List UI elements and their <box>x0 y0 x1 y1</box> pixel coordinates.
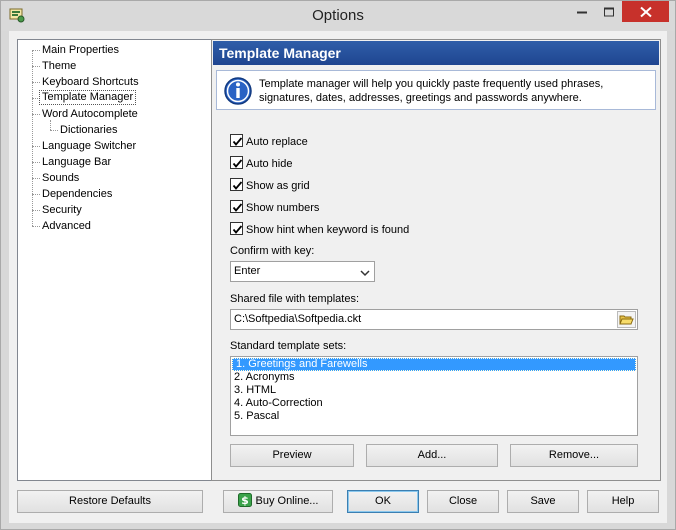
checkbox-label: Show hint when keyword is found <box>246 224 410 236</box>
tree-item-security[interactable]: Security <box>40 203 84 218</box>
tree-item-theme[interactable]: Theme <box>40 59 78 74</box>
checkbox-label: Show numbers <box>246 202 320 214</box>
show-numbers-checkbox[interactable]: Show numbers <box>230 200 319 216</box>
list-item[interactable]: 5. Pascal <box>231 410 637 423</box>
close-window-button[interactable] <box>622 1 669 22</box>
browse-button[interactable] <box>617 311 636 328</box>
info-text: Template manager will help you quickly p… <box>259 78 604 104</box>
buy-online-label: Buy Online... <box>255 495 319 507</box>
checkbox-label: Auto hide <box>246 158 293 170</box>
checkbox-box[interactable] <box>230 222 243 235</box>
client-area: Main Properties Theme Keyboard Shortcuts… <box>9 31 667 523</box>
tree-connector <box>32 162 40 163</box>
tree-item-language-bar[interactable]: Language Bar <box>40 155 113 170</box>
tree-item-dependencies[interactable]: Dependencies <box>40 187 114 202</box>
checkbox-label: Show as grid <box>246 180 310 192</box>
shared-file-label: Shared file with templates: <box>230 293 360 305</box>
tree-connector <box>32 114 40 115</box>
list-item[interactable]: 4. Auto-Correction <box>231 397 637 410</box>
tree-connector <box>32 194 40 195</box>
minimize-button[interactable] <box>569 1 595 22</box>
title-bar[interactable]: Options <box>1 1 675 31</box>
maximize-button[interactable] <box>595 1 622 22</box>
confirm-key-select[interactable]: Enter <box>230 261 375 282</box>
tree-item-main-properties[interactable]: Main Properties <box>40 43 121 58</box>
options-window: Options Main Properties Theme Keyboard S… <box>0 0 676 530</box>
template-manager-panel: Template Manager Template manager will h… <box>211 39 661 481</box>
checkbox-box[interactable] <box>230 200 243 213</box>
checkbox-label: Auto replace <box>246 136 308 148</box>
tree-item-template-manager[interactable]: Template Manager <box>39 90 137 105</box>
checkbox-box[interactable] <box>230 156 243 169</box>
show-hint-checkbox[interactable]: Show hint when keyword is found <box>230 222 409 238</box>
tree-item-language-switcher[interactable]: Language Switcher <box>40 139 138 154</box>
add-button[interactable]: Add... <box>366 444 498 467</box>
confirm-key-label: Confirm with key: <box>230 245 315 257</box>
tree-connector <box>32 210 40 211</box>
close-icon <box>639 6 652 17</box>
dollar-icon: $ <box>237 493 252 507</box>
tree-connector <box>32 82 40 83</box>
list-item[interactable]: 2. Acronyms <box>231 371 637 384</box>
shared-file-input[interactable]: C:\Softpedia\Softpedia.ckt <box>230 309 638 330</box>
svg-text:$: $ <box>241 494 249 507</box>
chevron-down-icon <box>360 266 370 285</box>
tree-connector <box>32 66 40 67</box>
ok-button[interactable]: OK <box>347 490 419 513</box>
confirm-key-value: Enter <box>234 265 261 277</box>
open-folder-icon <box>619 315 634 325</box>
close-button[interactable]: Close <box>427 490 499 513</box>
tree-connector <box>50 130 58 131</box>
show-as-grid-checkbox[interactable]: Show as grid <box>230 178 310 194</box>
list-item[interactable]: 1. Greetings and Farewells <box>232 358 636 371</box>
remove-button[interactable]: Remove... <box>510 444 638 467</box>
tree-item-word-autocomplete[interactable]: Word Autocomplete <box>40 107 140 122</box>
checkbox-box[interactable] <box>230 134 243 147</box>
tree-connector <box>32 178 40 179</box>
template-sets-label: Standard template sets: <box>230 340 347 352</box>
tree-item-dictionaries[interactable]: Dictionaries <box>58 123 119 138</box>
tree-connector <box>32 50 40 51</box>
restore-defaults-button[interactable]: Restore Defaults <box>17 490 203 513</box>
checkbox-box[interactable] <box>230 178 243 191</box>
tree-connector <box>32 226 40 227</box>
info-box: Template manager will help you quickly p… <box>216 70 656 110</box>
list-item[interactable]: 3. HTML <box>231 384 637 397</box>
auto-hide-checkbox[interactable]: Auto hide <box>230 156 292 172</box>
tree-item-advanced[interactable]: Advanced <box>40 219 93 234</box>
save-button[interactable]: Save <box>507 490 579 513</box>
template-sets-list[interactable]: 1. Greetings and Farewells 2. Acronyms 3… <box>230 356 638 436</box>
maximize-icon <box>603 7 614 16</box>
auto-replace-checkbox[interactable]: Auto replace <box>230 134 308 150</box>
shared-file-value: C:\Softpedia\Softpedia.ckt <box>234 313 362 325</box>
options-tree[interactable]: Main Properties Theme Keyboard Shortcuts… <box>17 39 213 481</box>
preview-button[interactable]: Preview <box>230 444 354 467</box>
tree-connector <box>32 146 40 147</box>
tree-connector <box>32 50 33 226</box>
tree-item-keyboard-shortcuts[interactable]: Keyboard Shortcuts <box>40 75 141 90</box>
panel-title: Template Manager <box>213 41 659 65</box>
info-icon <box>223 76 253 106</box>
buy-online-button[interactable]: $ Buy Online... <box>223 490 333 513</box>
help-button[interactable]: Help <box>587 490 659 513</box>
minimize-icon <box>577 11 587 13</box>
tree-item-sounds[interactable]: Sounds <box>40 171 81 186</box>
